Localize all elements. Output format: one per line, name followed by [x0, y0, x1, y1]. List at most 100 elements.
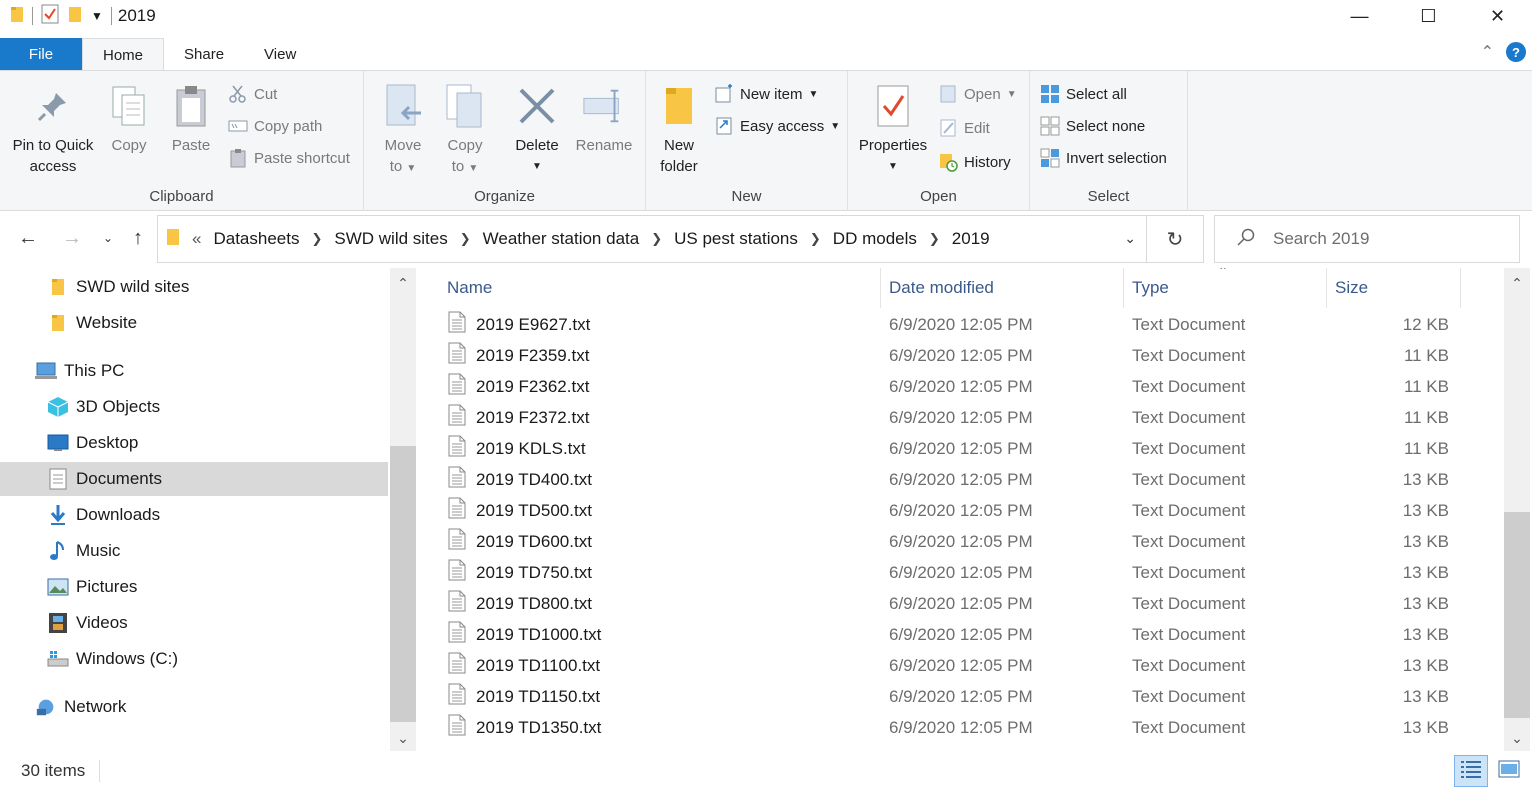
file-size: 13 KB [1402, 500, 1449, 520]
edit-button[interactable]: Edit [938, 115, 990, 141]
paste-label: Paste [171, 137, 211, 154]
select-none-button[interactable]: Select none [1040, 113, 1145, 139]
sidebar-item-website[interactable]: Website [0, 306, 388, 340]
scroll-up-icon[interactable]: ⌃ [390, 270, 416, 296]
maximize-button[interactable]: ☐ [1394, 0, 1463, 32]
sidebar-item-windows-c[interactable]: Windows (C:) [0, 642, 388, 676]
chevron-right-icon[interactable]: ❯ [810, 231, 821, 247]
breadcrumb-overflow[interactable]: « [192, 229, 201, 249]
open-button[interactable]: Open ▼ [938, 81, 1017, 107]
table-row[interactable]: 2019 TD400.txt 6/9/2020 12:05 PM Text Docu… [420, 464, 1502, 495]
table-row[interactable]: 2019 TD500.txt 6/9/2020 12:05 PM Text Docu… [420, 495, 1502, 526]
new-folder-button[interactable]: New folder [654, 81, 704, 177]
table-row[interactable]: 2019 TD750.txt 6/9/2020 12:05 PM Text Docu… [420, 557, 1502, 588]
organize-group: Move to ▼ Copy to ▼ Delete ▼ Rename Orga… [364, 71, 646, 211]
cut-button[interactable]: Cut [228, 81, 277, 107]
refresh-button[interactable]: ↻ [1147, 215, 1204, 263]
select-all-button[interactable]: Select all [1040, 81, 1127, 107]
forward-arrow-icon[interactable]: → [59, 225, 85, 251]
copy-to-button[interactable]: Copy to ▼ [440, 81, 490, 179]
sidebar-item-documents[interactable]: Documents [0, 462, 388, 496]
customize-toolbar-icon[interactable]: ▼ [91, 9, 103, 23]
table-row[interactable]: 2019 KDLS.txt 6/9/2020 12:05 PM Text Docum… [420, 433, 1502, 464]
easy-access-icon [714, 116, 734, 136]
breadcrumb-item[interactable]: Weather station data [483, 229, 640, 249]
help-icon[interactable]: ? [1506, 42, 1526, 62]
sidebar-item-3d-objects[interactable]: 3D Objects [0, 390, 388, 424]
chevron-right-icon[interactable]: ❯ [651, 231, 662, 247]
column-header-size[interactable]: Size [1327, 268, 1461, 308]
paste-shortcut-button[interactable]: Paste shortcut [228, 145, 350, 171]
close-button[interactable]: ✕ [1463, 0, 1532, 32]
large-icons-view-button[interactable] [1492, 755, 1526, 787]
details-view-button[interactable] [1454, 755, 1488, 787]
table-row[interactable]: 2019 TD1100.txt 6/9/2020 12:05 PM Text Doc… [420, 650, 1502, 681]
tab-share[interactable]: Share [164, 38, 244, 71]
breadcrumb-item[interactable]: 2019 [952, 229, 990, 249]
chevron-right-icon[interactable]: ❯ [460, 231, 471, 247]
scrollbar-thumb[interactable] [390, 446, 416, 722]
file-name: 2019 TD600.txt [476, 531, 592, 551]
breadcrumb-item[interactable]: DD models [833, 229, 917, 249]
easy-access-button[interactable]: Easy access ▼ [714, 113, 840, 139]
tab-home[interactable]: Home [82, 38, 165, 71]
sidebar-item-desktop[interactable]: Desktop [0, 426, 388, 460]
column-header-date[interactable]: Date modified [881, 268, 1124, 308]
sidebar-item-pictures[interactable]: Pictures [0, 570, 388, 604]
breadcrumb-item[interactable]: SWD wild sites [334, 229, 447, 249]
file-date: 6/9/2020 12:05 PM [889, 376, 1033, 396]
sidebar-item-downloads[interactable]: Downloads [0, 498, 388, 532]
scrollbar-thumb[interactable] [1504, 512, 1530, 718]
copy-button[interactable]: Copy [104, 81, 154, 156]
table-row[interactable]: 2019 F2372.txt 6/9/2020 12:05 PM Text Docu… [420, 402, 1502, 433]
navigation-pane-scrollbar[interactable]: ⌃ ⌄ [390, 268, 416, 751]
sidebar-item-swd-wild-sites[interactable]: SWD wild sites [0, 270, 388, 304]
file-name-cell: 2019 TD1150.txt [448, 681, 600, 712]
move-to-button[interactable]: Move to ▼ [378, 81, 428, 179]
paste-button[interactable]: Paste [166, 81, 216, 156]
search-input[interactable]: Search 2019 [1214, 215, 1520, 263]
dropdown-caret-icon: ▼ [532, 161, 542, 172]
table-row[interactable]: 2019 TD600.txt 6/9/2020 12:05 PM Text Docu… [420, 526, 1502, 557]
up-arrow-icon[interactable]: ↑ [125, 225, 151, 251]
back-arrow-icon[interactable]: ← [15, 225, 41, 251]
sidebar-item-videos[interactable]: Videos [0, 606, 388, 640]
table-row[interactable]: 2019 F2362.txt 6/9/2020 12:05 PM Text Docu… [420, 371, 1502, 402]
table-row[interactable]: 2019 TD1350.txt 6/9/2020 12:05 PM Text Doc… [420, 712, 1502, 743]
chevron-right-icon[interactable]: ❯ [311, 231, 322, 247]
chevron-right-icon[interactable]: ❯ [929, 231, 940, 247]
table-row[interactable]: 2019 TD1150.txt 6/9/2020 12:05 PM Text Doc… [420, 681, 1502, 712]
pin-to-quick-access-button[interactable]: Pin to Quick access [8, 81, 98, 177]
column-header-type[interactable]: Type [1124, 268, 1327, 308]
table-row[interactable]: 2019 TD1000.txt 6/9/2020 12:05 PM Text Doc… [420, 619, 1502, 650]
column-header-name[interactable]: Name [439, 268, 881, 308]
breadcrumb-item[interactable]: Datasheets [213, 229, 299, 249]
breadcrumb-item[interactable]: US pest stations [674, 229, 798, 249]
file-list-scrollbar[interactable]: ⌃ ⌄ [1504, 268, 1530, 751]
address-bar[interactable]: « Datasheets ❯ SWD wild sites ❯ Weather … [157, 215, 1147, 263]
rename-button[interactable]: Rename [572, 81, 636, 156]
tab-file[interactable]: File [0, 38, 82, 71]
scroll-down-icon[interactable]: ⌄ [390, 725, 416, 751]
scroll-up-icon[interactable]: ⌃ [1504, 270, 1530, 296]
table-row[interactable]: 2019 F2359.txt 6/9/2020 12:05 PM Text Docu… [420, 340, 1502, 371]
collapse-ribbon-icon[interactable]: ⌃ [1481, 42, 1494, 62]
sidebar-item-this-pc[interactable]: This PC [0, 354, 388, 388]
copy-path-button[interactable]: Copy path [228, 113, 322, 139]
sidebar-item-music[interactable]: Music [0, 534, 388, 568]
sidebar-item-network[interactable]: Network [0, 690, 388, 724]
address-history-chevron-icon[interactable]: ⌄ [1124, 230, 1136, 247]
new-item-button[interactable]: New item ▼ [714, 81, 818, 107]
minimize-button[interactable]: — [1325, 0, 1394, 32]
table-row[interactable]: 2019 TD800.txt 6/9/2020 12:05 PM Text Docu… [420, 588, 1502, 619]
invert-selection-button[interactable]: Invert selection [1040, 145, 1167, 171]
delete-button[interactable]: Delete ▼ [510, 81, 564, 177]
properties-button[interactable]: Properties ▼ [854, 81, 932, 177]
new-folder-icon[interactable] [67, 5, 83, 27]
history-button[interactable]: History [938, 149, 1011, 175]
tab-view[interactable]: View [244, 38, 316, 71]
properties-icon[interactable] [41, 4, 59, 28]
recent-locations-chevron-icon[interactable]: ⌄ [95, 225, 121, 251]
scroll-down-icon[interactable]: ⌄ [1504, 725, 1530, 751]
table-row[interactable]: 2019 E9627.txt 6/9/2020 12:05 PM Text Docu… [420, 309, 1502, 340]
